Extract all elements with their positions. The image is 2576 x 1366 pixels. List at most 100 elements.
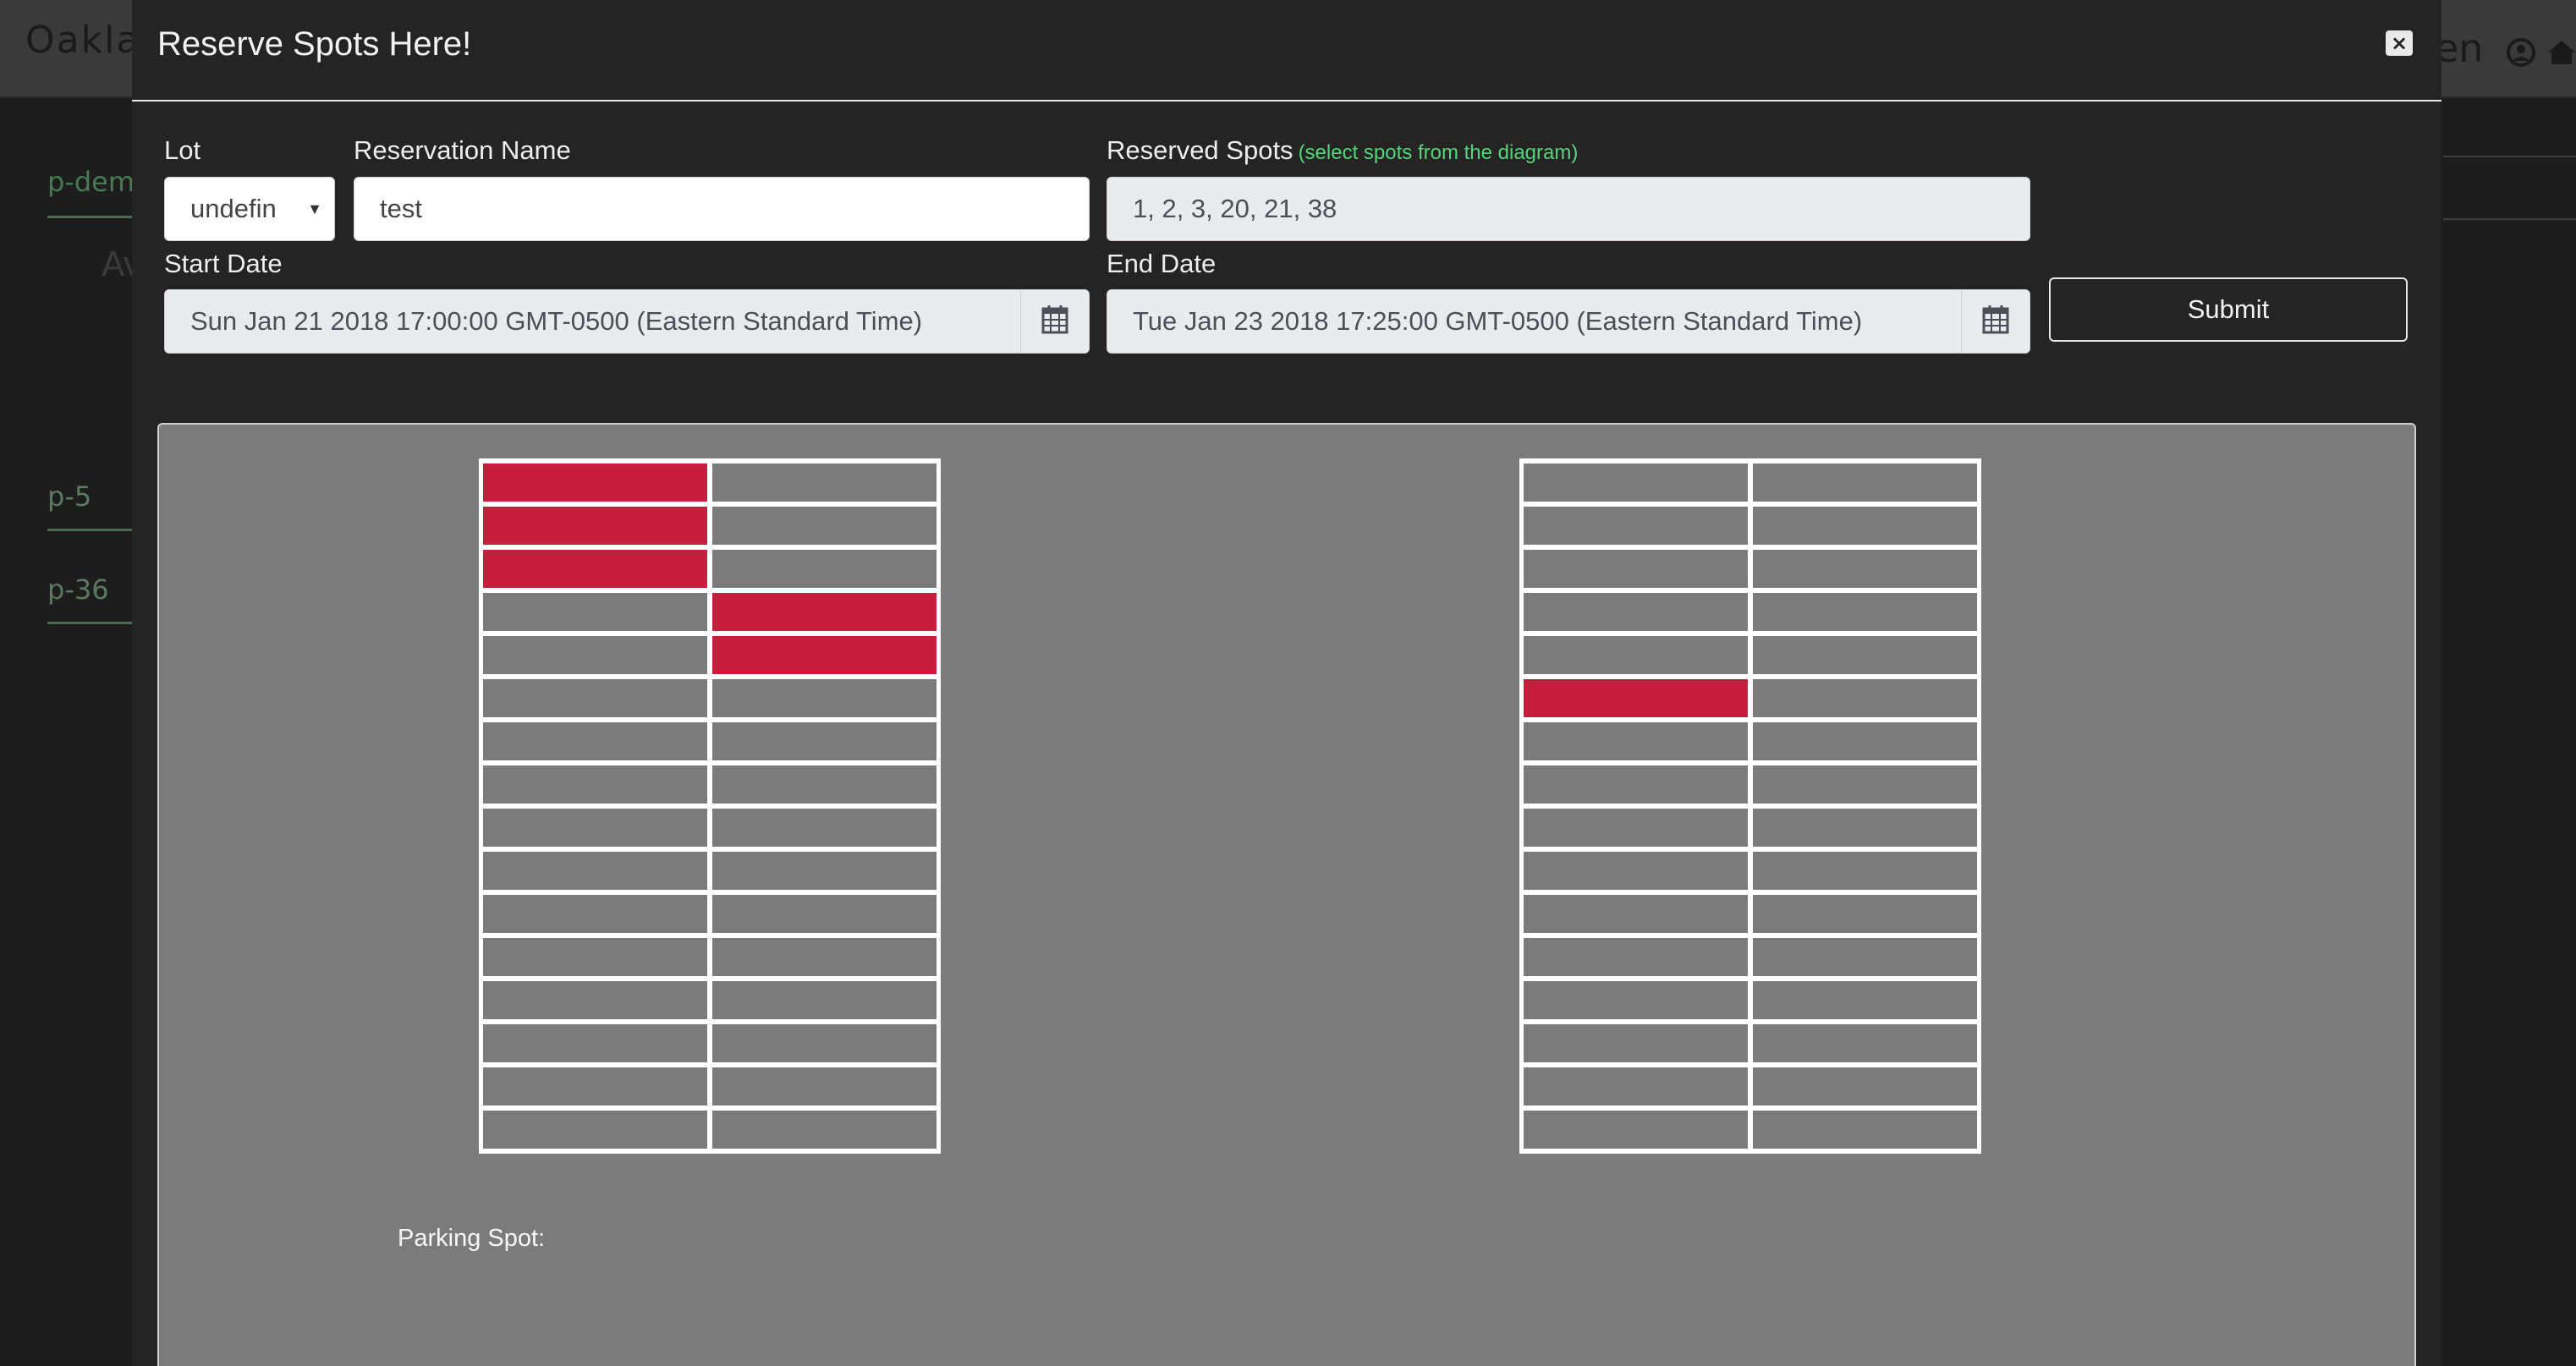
parking-spot[interactable]: [1753, 895, 1977, 933]
parking-spot[interactable]: [483, 938, 707, 976]
parking-spot[interactable]: [1753, 593, 1977, 631]
sidebar-item-p-5[interactable]: p-5: [47, 480, 132, 531]
parking-spot[interactable]: [1753, 636, 1977, 674]
parking-spot[interactable]: [712, 636, 936, 674]
start-date-calendar-button[interactable]: [1020, 290, 1089, 353]
parking-spot[interactable]: [1524, 636, 1748, 674]
reserved-spots-label-text: Reserved Spots: [1107, 135, 1293, 165]
parking-spot[interactable]: [1753, 1111, 1977, 1149]
reservation-name-value: test: [380, 194, 422, 223]
parking-spot[interactable]: [712, 507, 936, 545]
sidebar-underline: [47, 216, 132, 218]
start-date-input[interactable]: Sun Jan 21 2018 17:00:00 GMT-0500 (Easte…: [164, 289, 1090, 354]
parking-spot[interactable]: [1524, 722, 1748, 760]
parking-spot[interactable]: [1524, 852, 1748, 890]
brand-logo[interactable]: Oakla: [25, 19, 140, 62]
parking-spot[interactable]: [483, 765, 707, 804]
parking-spot[interactable]: [483, 464, 707, 502]
close-icon: ×: [2390, 31, 2408, 55]
calendar-icon: [1041, 305, 1068, 334]
lot-select-value: undefin: [190, 194, 277, 223]
parking-spot[interactable]: [712, 679, 936, 717]
sidebar-item-p-dem[interactable]: p-dem: [47, 166, 135, 218]
parking-spot[interactable]: [712, 1024, 936, 1062]
parking-spot[interactable]: [483, 679, 707, 717]
parking-spot[interactable]: [1524, 1024, 1748, 1062]
reserved-spots-value: 1, 2, 3, 20, 21, 38: [1133, 194, 1337, 223]
sidebar-underline: [47, 622, 132, 624]
parking-spot[interactable]: [1524, 981, 1748, 1019]
parking-spot[interactable]: [483, 550, 707, 588]
submit-button-label: Submit: [2187, 294, 2270, 324]
parking-spot[interactable]: [712, 1111, 936, 1149]
parking-spot[interactable]: [1753, 938, 1977, 976]
parking-spot[interactable]: [1753, 464, 1977, 502]
parking-spot[interactable]: [712, 464, 936, 502]
parking-spot[interactable]: [1753, 550, 1977, 588]
parking-spot[interactable]: [483, 722, 707, 760]
reserved-spots-label: Reserved Spots (select spots from the dia…: [1107, 135, 1578, 166]
parking-spot[interactable]: [1753, 722, 1977, 760]
parking-spot[interactable]: [1753, 852, 1977, 890]
parking-spot[interactable]: [1753, 507, 1977, 545]
parking-spot[interactable]: [1524, 593, 1748, 631]
parking-spot-label: Parking Spot:: [398, 1225, 546, 1252]
parking-spot[interactable]: [483, 809, 707, 847]
parking-lot-right: [1519, 458, 1981, 1154]
parking-spot[interactable]: [1524, 938, 1748, 976]
parking-spot[interactable]: [1524, 1067, 1748, 1105]
parking-spot[interactable]: [712, 593, 936, 631]
parking-spot[interactable]: [483, 1024, 707, 1062]
home-icon[interactable]: [2546, 37, 2576, 68]
parking-spot[interactable]: [1753, 809, 1977, 847]
parking-spot[interactable]: [483, 981, 707, 1019]
modal-title: Reserve Spots Here!: [157, 25, 472, 63]
parking-spot[interactable]: [1524, 1111, 1748, 1149]
reserved-spots-hint: (select spots from the diagram): [1298, 141, 1579, 164]
end-date-calendar-button[interactable]: [1961, 290, 2029, 353]
background-divider: [2443, 218, 2576, 220]
end-date-value: Tue Jan 23 2018 17:25:00 GMT-0500 (Easte…: [1133, 306, 1863, 336]
parking-spot[interactable]: [712, 809, 936, 847]
parking-spot[interactable]: [1524, 809, 1748, 847]
parking-spot[interactable]: [1753, 981, 1977, 1019]
sidebar-item-p-36[interactable]: p-36: [47, 573, 132, 624]
parking-spot[interactable]: [1753, 679, 1977, 717]
parking-spot[interactable]: [712, 895, 936, 933]
parking-spot[interactable]: [712, 1067, 936, 1105]
parking-spot[interactable]: [1524, 765, 1748, 804]
parking-spot[interactable]: [712, 852, 936, 890]
calendar-icon: [1982, 305, 2009, 334]
parking-spot[interactable]: [712, 938, 936, 976]
sidebar-underline: [47, 529, 132, 531]
parking-spot[interactable]: [483, 507, 707, 545]
parking-spot[interactable]: [483, 852, 707, 890]
parking-spot[interactable]: [1753, 1024, 1977, 1062]
parking-spot[interactable]: [1753, 1067, 1977, 1105]
submit-button[interactable]: Submit: [2049, 277, 2408, 342]
parking-spot[interactable]: [483, 1111, 707, 1149]
lot-select[interactable]: undefin ▼: [164, 177, 335, 241]
reserved-spots-input[interactable]: 1, 2, 3, 20, 21, 38: [1107, 177, 2030, 241]
parking-spot[interactable]: [1524, 679, 1748, 717]
parking-spot[interactable]: [483, 593, 707, 631]
close-button[interactable]: ×: [2386, 30, 2413, 56]
parking-spot[interactable]: [483, 895, 707, 933]
parking-spot[interactable]: [1524, 507, 1748, 545]
start-date-value: Sun Jan 21 2018 17:00:00 GMT-0500 (Easte…: [190, 306, 923, 336]
parking-spot[interactable]: [712, 765, 936, 804]
reservation-name-input[interactable]: test: [354, 177, 1090, 241]
parking-spot[interactable]: [1524, 464, 1748, 502]
parking-lot-left: [479, 458, 941, 1154]
parking-spot[interactable]: [1524, 895, 1748, 933]
parking-spot[interactable]: [712, 550, 936, 588]
user-circle-icon[interactable]: [2506, 37, 2536, 68]
end-date-input[interactable]: Tue Jan 23 2018 17:25:00 GMT-0500 (Easte…: [1107, 289, 2030, 354]
parking-spot[interactable]: [1753, 765, 1977, 804]
parking-spot[interactable]: [712, 722, 936, 760]
parking-spot[interactable]: [483, 1067, 707, 1105]
parking-spot[interactable]: [483, 636, 707, 674]
parking-spot[interactable]: [712, 981, 936, 1019]
parking-spot[interactable]: [1524, 550, 1748, 588]
end-date-label: End Date: [1107, 249, 1217, 278]
